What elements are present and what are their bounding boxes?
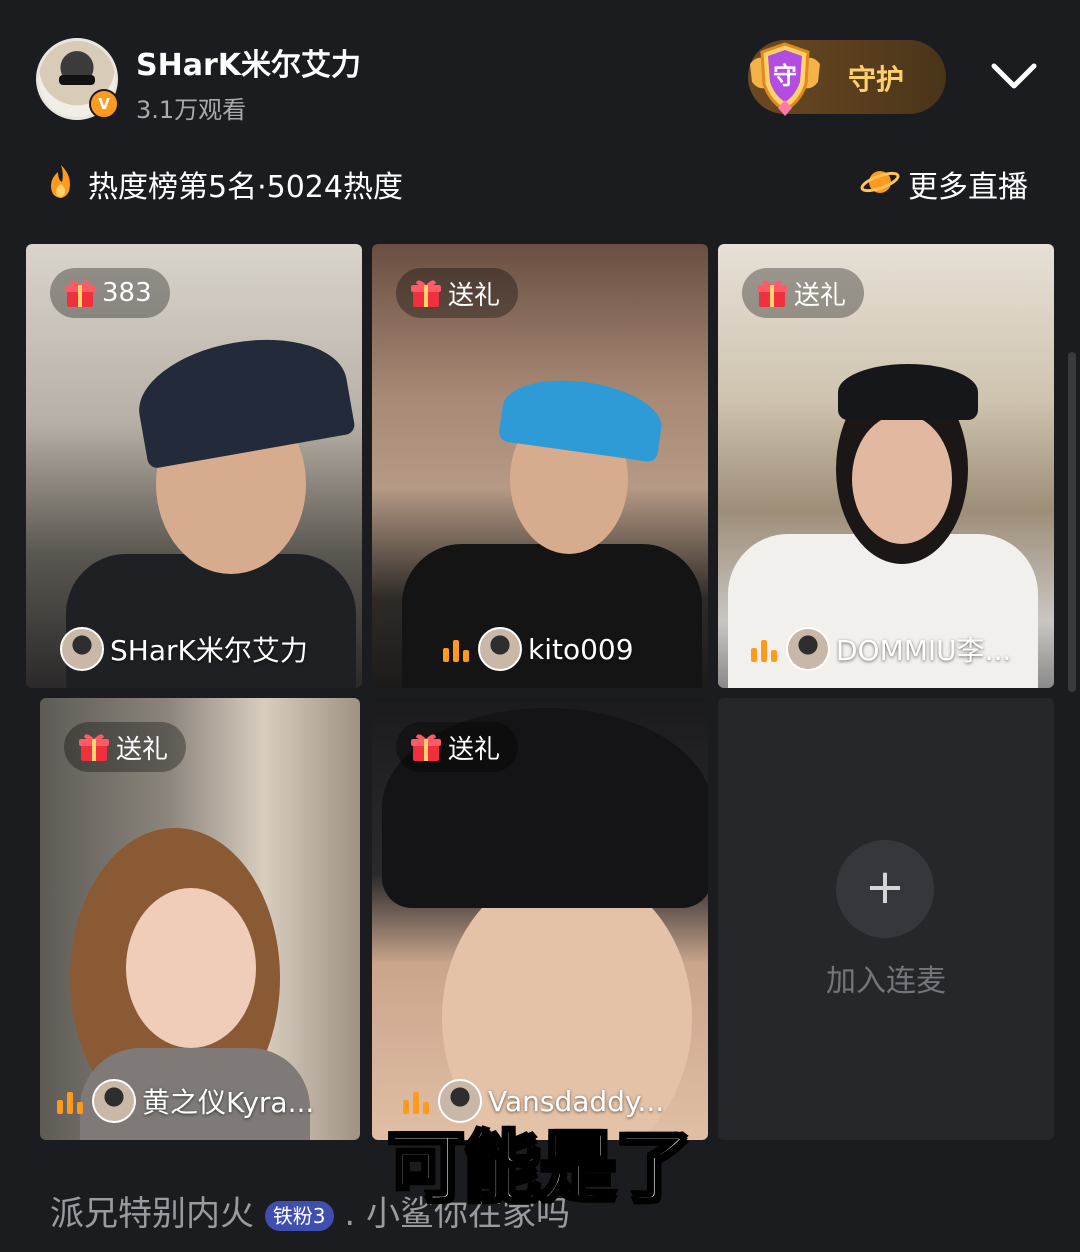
guest-video-face (126, 888, 256, 1048)
guest-name: SHarK米尔艾力 (110, 634, 308, 667)
guest-tile[interactable]: 送礼 DOMMIU李... (718, 244, 1054, 688)
gift-icon (411, 280, 441, 307)
planet-icon (860, 171, 900, 193)
flame-icon (51, 165, 70, 198)
collapse-chevron-icon[interactable] (990, 60, 1038, 94)
live-room-header: V SHarK米尔艾力 3.1万观看 守 守护 (0, 0, 1080, 140)
guard-shield-icon: 守 (750, 42, 820, 116)
guest-tile[interactable]: 送礼 Vansdaddy... (372, 698, 708, 1140)
more-live-label: 更多直播 (908, 170, 1028, 205)
viewer-count: 3.1万观看 (136, 96, 247, 124)
guest-tile[interactable]: 383 SHarK米尔艾力 (26, 244, 362, 688)
gift-label: 送礼 (448, 280, 501, 311)
host-avatar[interactable]: V (36, 38, 119, 120)
gift-label: 383 (102, 278, 152, 308)
heat-ranking-text: 热度榜第5名·5024热度 (88, 170, 403, 205)
gift-button[interactable]: 送礼 (396, 268, 519, 318)
avatar-sunglasses (59, 75, 95, 85)
guest-tile[interactable]: 送礼 kito009 (372, 244, 708, 688)
guest-name: kito009 (528, 632, 634, 666)
guard-label: 守护 (848, 63, 905, 96)
guest-video-cap (838, 364, 978, 420)
gift-button[interactable]: 送礼 (396, 722, 519, 772)
guest-name: DOMMIU李... (836, 634, 1012, 667)
host-name[interactable]: SHarK米尔艾力 (136, 40, 361, 84)
audio-signal-icon (751, 640, 777, 662)
gift-label: 送礼 (794, 280, 847, 311)
gift-button[interactable]: 383 (50, 268, 170, 318)
join-co-host-slot[interactable]: + 加入连麦 (718, 698, 1054, 1140)
verified-badge-icon: V (89, 89, 119, 119)
join-co-host-button[interactable]: + (836, 840, 934, 938)
guest-video-face (852, 414, 952, 544)
guest-name-bar: kito009 (372, 624, 634, 674)
gift-label: 送礼 (116, 734, 169, 765)
gift-button[interactable]: 送礼 (742, 268, 865, 318)
plus-icon: + (864, 859, 906, 915)
gift-button[interactable]: 送礼 (64, 722, 187, 772)
guest-avatar[interactable] (786, 627, 830, 671)
guest-tile[interactable]: 送礼 黄之仪Kyra... (40, 698, 360, 1140)
join-co-host-label: 加入连麦 (826, 964, 946, 999)
guest-avatar[interactable] (60, 627, 104, 671)
guest-video-cap (130, 324, 356, 470)
guard-shield-char: 守 (773, 62, 797, 90)
guest-name-bar: DOMMIU李... (718, 624, 1011, 674)
gift-icon (65, 280, 95, 307)
gift-icon (411, 734, 441, 761)
guest-avatar[interactable] (478, 627, 522, 671)
audio-signal-icon (443, 640, 469, 662)
guard-button[interactable]: 守 守护 (748, 40, 946, 116)
gift-icon (79, 734, 109, 761)
video-subtitle: 可能是了 (387, 1122, 694, 1214)
gift-icon (757, 280, 787, 307)
guest-name-bar: SHarK米尔艾力 (60, 624, 308, 674)
gift-label: 送礼 (448, 734, 501, 765)
scrollbar[interactable] (1068, 352, 1076, 692)
